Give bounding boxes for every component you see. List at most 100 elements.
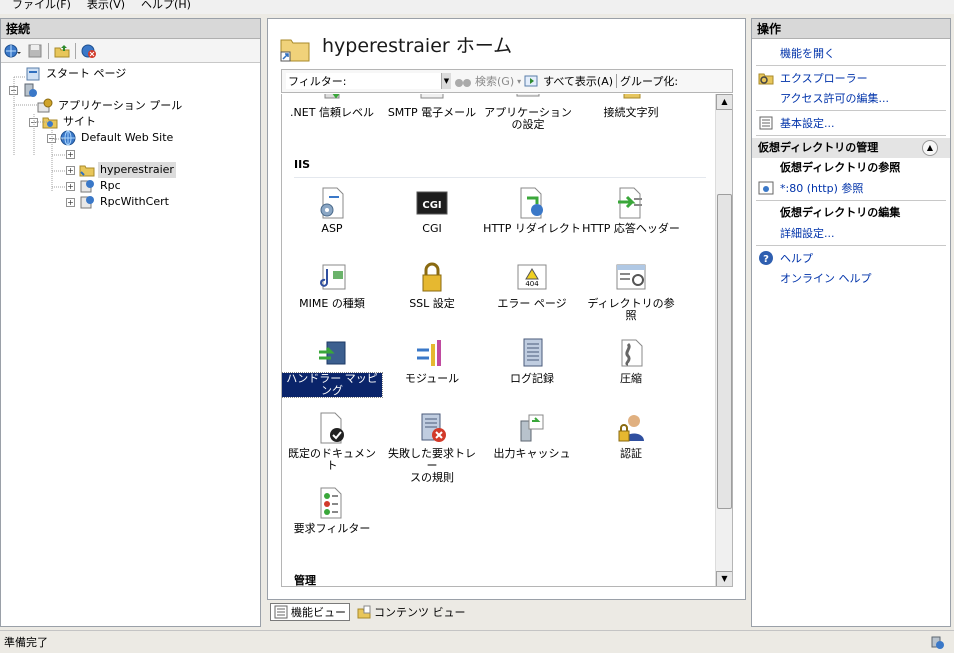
lock-icon bbox=[422, 262, 442, 292]
group-title-iis: IIS bbox=[294, 158, 311, 171]
content-view-icon bbox=[357, 605, 371, 619]
up-folder-icon[interactable] bbox=[53, 42, 71, 60]
action-advanced-settings[interactable]: 詳細設定... bbox=[752, 223, 950, 243]
menu-view[interactable]: 表示(V) bbox=[87, 0, 125, 14]
action-edit-permissions[interactable]: アクセス許可の編集... bbox=[752, 88, 950, 108]
tree-item-blank[interactable]: + bbox=[1, 146, 260, 162]
tab-features-view[interactable]: 機能ビュー bbox=[270, 603, 350, 621]
toolbar-separator bbox=[616, 74, 618, 88]
toolbar-separator bbox=[48, 42, 49, 59]
features-panel: hyperestraier ホーム フィルター: ▼ 検索(G) ▾ すべて表示… bbox=[267, 18, 746, 600]
action-online-help[interactable]: オンライン ヘルプ bbox=[752, 268, 950, 288]
group-by-label[interactable]: グループ化: bbox=[620, 73, 678, 89]
status-bar: 準備完了 bbox=[0, 630, 954, 653]
tree-item-start-page[interactable]: スタート ページ bbox=[1, 66, 260, 82]
disconnect-icon[interactable] bbox=[80, 42, 98, 60]
tree-item-hyperestraier[interactable]: + hyperestraier bbox=[1, 162, 260, 178]
scroll-thumb[interactable] bbox=[717, 194, 732, 509]
logging-icon bbox=[523, 338, 543, 367]
menu-bar: ファイル(F) 表示(V) ヘルプ(H) bbox=[0, 0, 954, 14]
divider bbox=[756, 65, 946, 66]
feature-compression[interactable]: 圧縮 bbox=[581, 336, 681, 385]
collapse-icon[interactable]: − bbox=[47, 133, 56, 143]
scroll-down-icon[interactable]: ▼ bbox=[716, 571, 732, 586]
feature-logging[interactable]: ログ記録 bbox=[482, 336, 582, 385]
expand-icon[interactable]: + bbox=[66, 149, 75, 159]
help-icon: ? bbox=[759, 251, 773, 265]
search-button[interactable]: 検索(G) bbox=[475, 73, 514, 89]
feature-dir-browse[interactable]: ディレクトリの参照 bbox=[581, 261, 681, 322]
collapse-icon[interactable]: − bbox=[9, 85, 18, 95]
feature-default-document[interactable]: 既定のドキュメント bbox=[282, 411, 382, 472]
expand-icon[interactable]: + bbox=[66, 197, 75, 207]
subhead-browse-vdir: 仮想ディレクトリの参照 bbox=[780, 161, 901, 174]
expand-icon[interactable]: + bbox=[66, 165, 75, 175]
action-explorer[interactable]: エクスプローラー bbox=[752, 68, 950, 88]
feature-failed-request-tracing[interactable]: 失敗した要求トレー スの規則 bbox=[382, 411, 482, 484]
error-badge: 404 bbox=[525, 280, 539, 288]
feature-app-settings[interactable]: アプリケーションの設定 bbox=[478, 94, 578, 131]
tree-item-sites[interactable]: − サイト bbox=[1, 114, 260, 130]
action-open-feature[interactable]: 機能を開く bbox=[752, 43, 950, 63]
directory-browsing-icon bbox=[616, 264, 646, 290]
feature-conn-strings[interactable]: 接続文字列 bbox=[581, 94, 681, 119]
search-dropdown-icon[interactable]: ▾ bbox=[517, 77, 521, 86]
feature-list-scrollbar[interactable]: ▲ ▼ bbox=[715, 94, 732, 586]
feature-ssl[interactable]: SSL 設定 bbox=[382, 261, 482, 310]
tree-item-server[interactable]: − bbox=[1, 82, 260, 98]
home-header: hyperestraier ホーム bbox=[268, 19, 745, 69]
feature-output-cache[interactable]: 出力キャッシュ bbox=[482, 411, 582, 460]
binoculars-icon bbox=[455, 79, 471, 87]
cgi-icon: CGI bbox=[416, 191, 448, 215]
filter-toolbar: フィルター: ▼ 検索(G) ▾ すべて表示(A) グループ化: bbox=[281, 69, 733, 93]
action-help[interactable]: ? ヘルプ bbox=[752, 248, 950, 268]
feature-mime[interactable]: MIME の種類 bbox=[282, 261, 382, 310]
feature-net-trust[interactable]: .NET 信頼レベル bbox=[282, 94, 382, 119]
connections-toolbar bbox=[1, 39, 260, 63]
show-all-button[interactable]: すべて表示(A) bbox=[543, 73, 613, 89]
feature-request-filtering[interactable]: 要求フィルター bbox=[282, 486, 382, 535]
toolbar-separator bbox=[75, 42, 76, 59]
collapse-section-icon[interactable]: ▲ bbox=[922, 140, 938, 156]
feature-asp[interactable]: ASP bbox=[282, 186, 382, 235]
subhead-edit-vdir: 仮想ディレクトリの編集 bbox=[780, 206, 901, 219]
divider bbox=[756, 200, 946, 201]
feature-handler-mappings[interactable]: ハンドラー マッピング bbox=[282, 336, 383, 398]
cgi-badge: CGI bbox=[422, 200, 441, 211]
app-settings-icon bbox=[516, 94, 540, 97]
menu-help[interactable]: ヘルプ(H) bbox=[141, 0, 191, 14]
virtual-directory-icon bbox=[280, 39, 310, 62]
authentication-icon bbox=[618, 415, 644, 442]
tab-content-view[interactable]: コンテンツ ビュー bbox=[354, 603, 469, 621]
collapse-icon[interactable]: − bbox=[29, 117, 38, 127]
show-all-icon bbox=[524, 75, 538, 87]
filter-input[interactable]: フィルター: ▼ bbox=[286, 73, 451, 89]
feature-authentication[interactable]: 認証 bbox=[581, 411, 681, 460]
output-cache-icon bbox=[520, 414, 544, 442]
feature-cgi[interactable]: CGI CGI bbox=[382, 186, 482, 235]
scroll-up-icon[interactable]: ▲ bbox=[716, 94, 732, 110]
default-document-icon bbox=[320, 412, 344, 444]
action-browse-80[interactable]: *:80 (http) 参照 bbox=[752, 178, 950, 198]
save-icon[interactable] bbox=[26, 42, 44, 60]
menu-file[interactable]: ファイル(F) bbox=[12, 0, 71, 14]
connect-globe-icon[interactable] bbox=[4, 42, 22, 60]
connections-panel: 接続 スタート ページ − アプリケーション プール − サイト − Defau… bbox=[0, 18, 261, 627]
error-pages-icon: 404 bbox=[517, 264, 547, 290]
expand-icon[interactable]: + bbox=[66, 181, 75, 191]
actions-title: 操作 bbox=[752, 19, 950, 39]
tree-item-app-pools[interactable]: アプリケーション プール bbox=[1, 98, 260, 114]
action-basic-settings[interactable]: 基本設定... bbox=[752, 113, 950, 133]
tree-item-rpc[interactable]: + Rpc bbox=[1, 178, 260, 194]
feature-smtp[interactable]: SMTP 電子メール bbox=[382, 94, 482, 119]
feature-http-redirect[interactable]: HTTP リダイレクト bbox=[482, 186, 582, 235]
connection-strings-icon bbox=[623, 94, 641, 99]
feature-http-headers[interactable]: HTTP 応答ヘッダー bbox=[581, 186, 681, 235]
explorer-icon bbox=[758, 73, 774, 85]
feature-error-pages[interactable]: 404 エラー ページ bbox=[482, 261, 582, 310]
tree-item-default-web-site[interactable]: − Default Web Site bbox=[1, 130, 260, 146]
tree-item-rpcwithcert[interactable]: + RpcWithCert bbox=[1, 194, 260, 210]
chevron-down-icon[interactable]: ▼ bbox=[441, 73, 451, 89]
feature-modules[interactable]: モジュール bbox=[382, 336, 482, 385]
basic-settings-icon bbox=[759, 116, 773, 130]
